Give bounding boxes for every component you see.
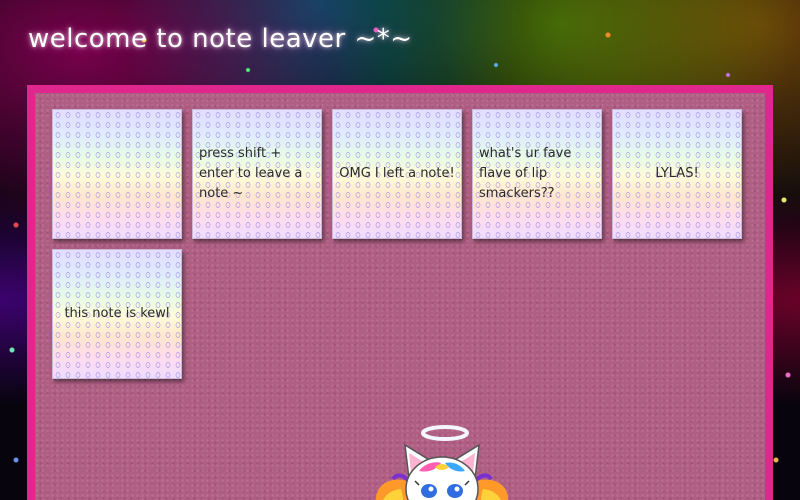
note-card[interactable]: OMG I left a note! — [332, 109, 462, 239]
note-text: LYLAS! — [655, 166, 699, 181]
new-note-blank[interactable] — [52, 109, 182, 239]
note-card[interactable]: press shift + enter to leave a note ~ — [192, 109, 322, 239]
note-text: what's ur fave flave of lip smackers?? — [479, 146, 572, 201]
note-text: press shift + enter to leave a note ~ — [199, 146, 303, 201]
angel-kitten-icon — [375, 425, 509, 500]
page-title: welcome to note leaver ~*~ — [28, 24, 413, 54]
note-card[interactable]: this note is kewl — [52, 249, 182, 379]
note-card[interactable]: LYLAS! — [612, 109, 742, 239]
note-card[interactable]: what's ur fave flave of lip smackers?? — [472, 109, 602, 239]
notes-grid: press shift + enter to leave a note ~ OM… — [52, 109, 742, 379]
note-board: press shift + enter to leave a note ~ OM… — [27, 85, 773, 500]
note-text: OMG I left a note! — [339, 166, 455, 181]
note-text: this note is kewl — [64, 306, 170, 321]
